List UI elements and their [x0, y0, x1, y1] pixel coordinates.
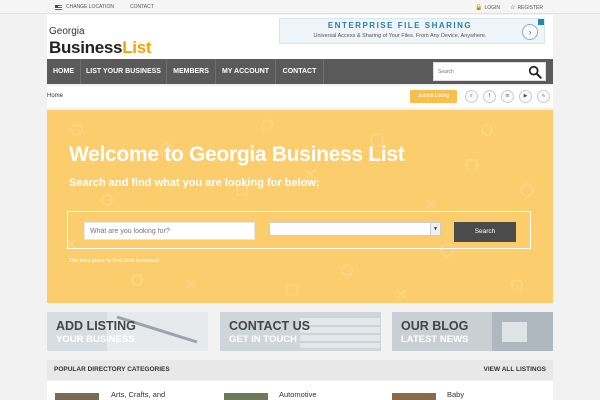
nav-search-input[interactable] [438, 66, 522, 78]
lock-icon: 🔒 [475, 5, 483, 11]
keyword-search-input[interactable] [84, 222, 255, 240]
twitter-icon[interactable]: 𝕣 [465, 90, 478, 103]
nav-list-your-business[interactable]: LIST YOUR BUSINESS [81, 59, 167, 84]
our-blog-subtitle: LATEST NEWS [401, 334, 469, 345]
category-item[interactable]: Automotive [279, 390, 317, 399]
nav-my-account[interactable]: MY ACCOUNT [216, 59, 276, 84]
site-logo[interactable]: Georgia BusinessList [48, 18, 158, 58]
category-select[interactable]: ▼ [269, 222, 441, 236]
category-thumbnail[interactable] [392, 393, 436, 400]
change-location-link[interactable]: CHANGE LOCATION [66, 4, 114, 10]
chevron-down-icon: ▼ [430, 223, 440, 235]
top-utility-bar: CHANGE LOCATION CONTACT 🔒 LOGIN ☆ REGISTER [0, 0, 600, 14]
add-listing-tile[interactable]: ADD LISTING YOUR BUSINESS [47, 312, 208, 351]
submit-listing-button[interactable]: Submit Listing [410, 90, 457, 103]
nav-search [433, 62, 546, 81]
youtube-icon[interactable]: ▶ [519, 90, 532, 103]
hero-search-box: ▼ Search [67, 211, 531, 249]
nav-home[interactable]: HOME [47, 59, 81, 84]
hero-banner: Welcome to Georgia Business List Search … [47, 110, 553, 303]
nav-contact[interactable]: CONTACT [276, 59, 324, 84]
top-contact-link[interactable]: CONTACT [130, 4, 154, 10]
hero-search-button[interactable]: Search [454, 222, 516, 242]
hero-tagline: The best place to find local business! [69, 258, 160, 264]
login-link[interactable]: 🔒 LOGIN [475, 4, 500, 11]
ad-headline: ENTERPRISE FILE SHARING [327, 21, 473, 30]
adchoices-icon[interactable] [538, 19, 544, 25]
categories-title: POPULAR DIRECTORY CATEGORIES [54, 366, 170, 373]
main-nav: HOME LIST YOUR BUSINESS MEMBERS MY ACCOU… [47, 59, 553, 84]
hero-title: Welcome to Georgia Business List [69, 143, 405, 166]
category-item[interactable]: Baby [447, 390, 464, 399]
categories-header: POPULAR DIRECTORY CATEGORIES VIEW ALL LI… [47, 360, 553, 380]
categories-row: Arts, Crafts, and Automotive Baby [47, 381, 553, 400]
facebook-icon[interactable]: f [483, 90, 496, 103]
contact-us-title: CONTACT US [229, 319, 311, 333]
us-flag-icon [55, 4, 62, 10]
linkedin-icon[interactable]: in [501, 90, 514, 103]
search-icon[interactable] [528, 65, 542, 79]
nav-members[interactable]: MEMBERS [167, 59, 216, 84]
category-thumbnail[interactable] [55, 393, 99, 400]
our-blog-tile[interactable]: OUR BLOG LATEST NEWS [392, 312, 553, 351]
logo-state: Georgia [49, 26, 85, 37]
breadcrumb-bar: Home Submit Listing 𝕣 f in ▶ ∿ [47, 86, 553, 108]
ad-banner[interactable]: ENTERPRISE FILE SHARING Universal Access… [279, 18, 545, 44]
contact-us-tile[interactable]: CONTACT US GET IN TOUCH [220, 312, 381, 351]
rss-icon[interactable]: ∿ [537, 90, 550, 103]
ad-subline: Universal Access & Sharing of Your Files… [313, 33, 487, 39]
our-blog-title: OUR BLOG [401, 319, 469, 333]
hero-pattern [66, 119, 534, 299]
category-thumbnail[interactable] [224, 393, 268, 400]
breadcrumb-home[interactable]: Home [47, 93, 63, 99]
chevron-right-icon[interactable]: › [522, 24, 538, 40]
add-listing-title: ADD LISTING [56, 319, 136, 333]
add-listing-subtitle: YOUR BUSINESS [56, 334, 135, 345]
category-item[interactable]: Arts, Crafts, and [111, 390, 165, 399]
hero-subtitle: Search and find what you are looking for… [69, 177, 320, 189]
logo-wordmark: BusinessList [49, 38, 152, 57]
contact-us-subtitle: GET IN TOUCH [229, 334, 297, 345]
view-all-listings-link[interactable]: VIEW ALL LISTINGS [484, 366, 546, 373]
register-link[interactable]: ☆ REGISTER [510, 4, 543, 11]
star-icon: ☆ [510, 5, 516, 11]
